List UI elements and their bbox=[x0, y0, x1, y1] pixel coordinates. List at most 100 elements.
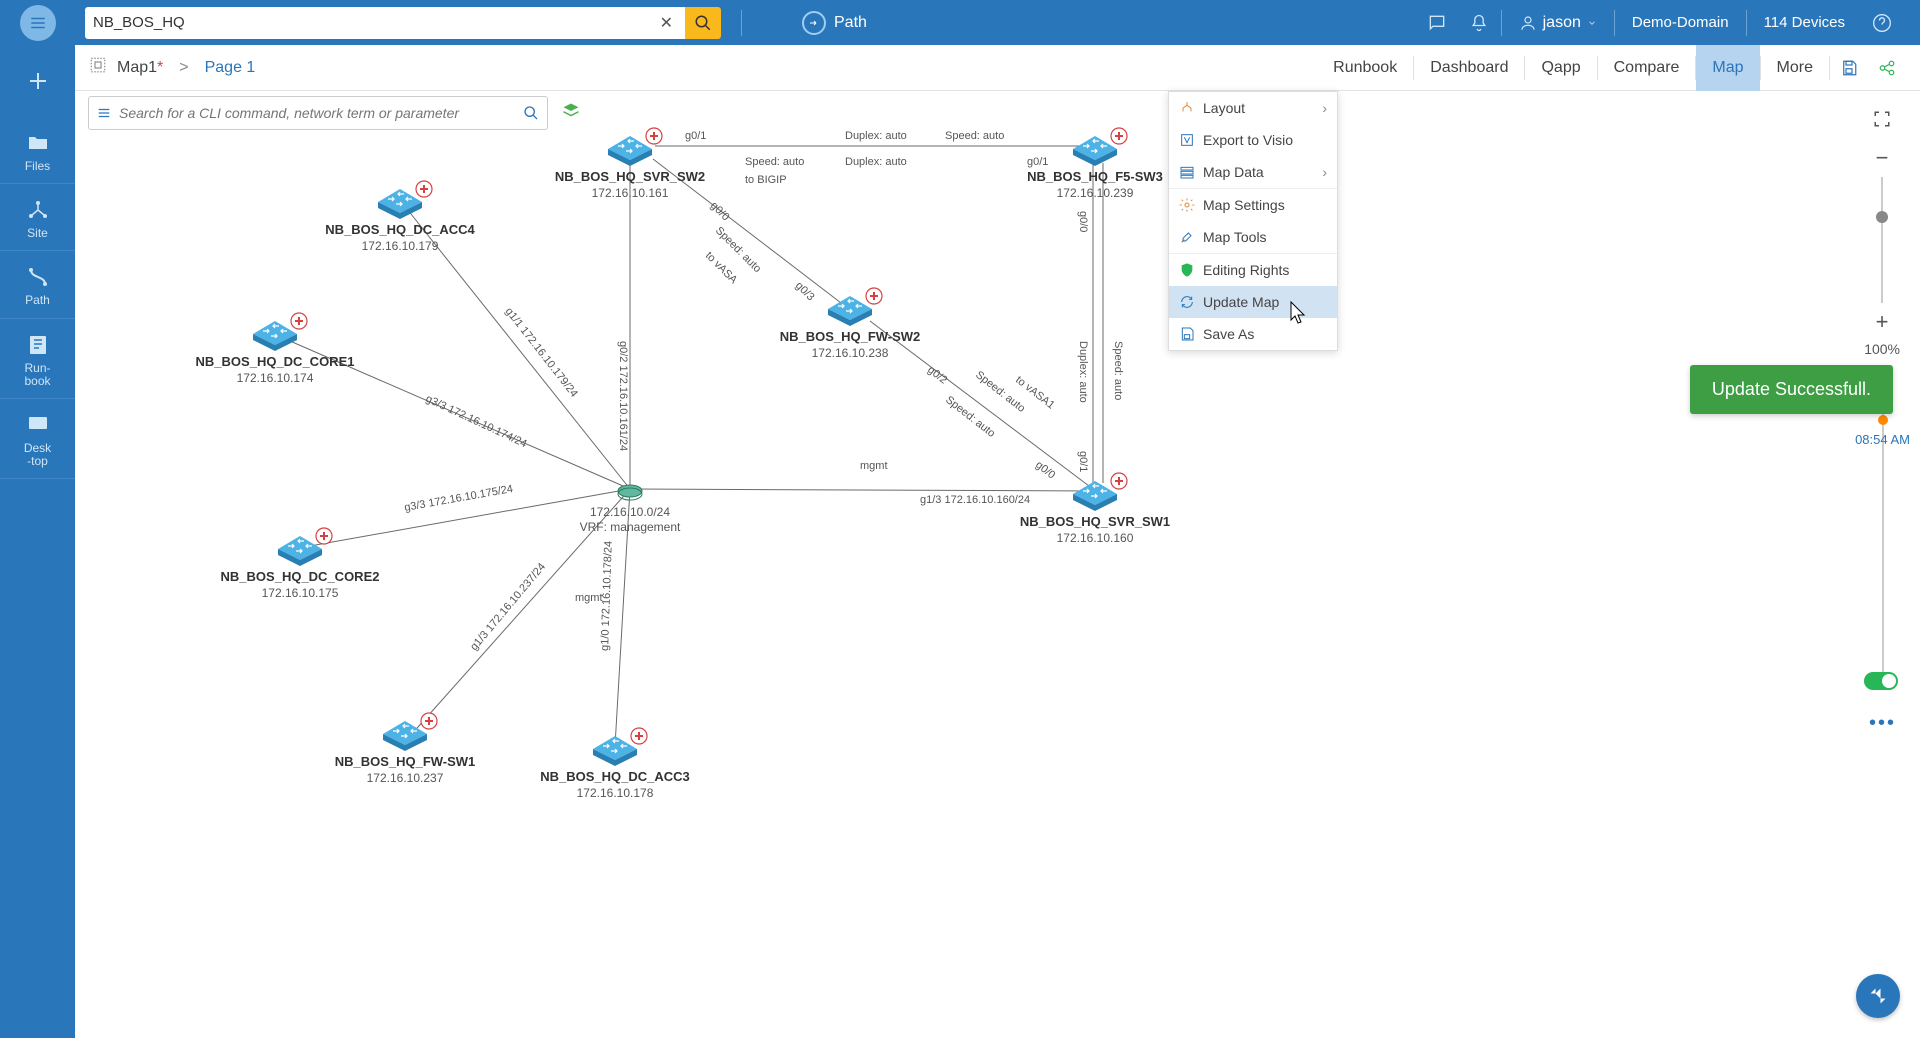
rail-path-label: Path bbox=[25, 294, 50, 307]
menu-map-settings[interactable]: Map Settings bbox=[1169, 189, 1337, 221]
menu-editing-rights[interactable]: Editing Rights bbox=[1169, 254, 1337, 286]
device-count-label[interactable]: 114 Devices bbox=[1749, 14, 1860, 31]
toolbar-compare[interactable]: Compare bbox=[1598, 45, 1696, 91]
desktop-icon bbox=[25, 413, 51, 437]
svg-text:g1/1 172.16.10.179/24: g1/1 172.16.10.179/24 bbox=[503, 305, 580, 399]
zoom-knob[interactable] bbox=[1876, 211, 1888, 223]
svg-text:g0/2 172.16.10.161/24: g0/2 172.16.10.161/24 bbox=[617, 341, 629, 451]
path-mode-button[interactable]: Path bbox=[802, 11, 867, 35]
menu-map-tools[interactable]: Map Tools bbox=[1169, 221, 1337, 253]
breadcrumb-separator: > bbox=[179, 59, 188, 77]
node-dc-core1-name: NB_BOS_HQ_DC_CORE1 bbox=[196, 354, 355, 369]
share-button[interactable] bbox=[1868, 45, 1906, 91]
topbar-right: jason Demo-Domain 114 Devices bbox=[1417, 10, 1920, 36]
node-f5-sw3[interactable] bbox=[1073, 128, 1127, 166]
menu-update-map[interactable]: Update Map bbox=[1169, 286, 1337, 318]
refresh-icon bbox=[1179, 294, 1195, 310]
layers-button[interactable] bbox=[560, 102, 582, 125]
toolbar-more[interactable]: More bbox=[1761, 45, 1829, 91]
toolbar-map[interactable]: Map bbox=[1696, 45, 1759, 91]
domain-label[interactable]: Demo-Domain bbox=[1617, 14, 1744, 31]
node-hub[interactable] bbox=[618, 485, 642, 500]
zoom-out-button[interactable]: − bbox=[1876, 145, 1889, 171]
separator bbox=[1501, 10, 1502, 36]
map-tab-name[interactable]: Map1* bbox=[117, 59, 163, 77]
help-icon bbox=[1872, 13, 1892, 33]
clear-search-icon[interactable]: ✕ bbox=[656, 13, 677, 33]
node-dc-acc4[interactable] bbox=[378, 181, 432, 219]
node-fw-sw2[interactable] bbox=[828, 288, 882, 326]
toast-success: Update Successfull. bbox=[1690, 365, 1893, 414]
rail-desktop[interactable]: Desk -top bbox=[0, 399, 75, 479]
cli-search-box[interactable] bbox=[88, 96, 548, 130]
node-dc-acc4-ip: 172.16.10.179 bbox=[362, 239, 439, 253]
node-svr-sw1-name: NB_BOS_HQ_SVR_SW1 bbox=[1020, 514, 1170, 529]
help-button[interactable] bbox=[1862, 13, 1902, 33]
data-icon bbox=[1179, 164, 1195, 180]
user-menu[interactable]: jason bbox=[1504, 14, 1612, 32]
node-svr-sw1[interactable] bbox=[1073, 473, 1127, 511]
rail-site[interactable]: Site bbox=[0, 184, 75, 251]
node-dc-acc3-ip: 172.16.10.178 bbox=[577, 786, 654, 800]
cli-search-input[interactable] bbox=[119, 105, 515, 121]
svg-text:g1/0 172.16.10.178/24: g1/0 172.16.10.178/24 bbox=[599, 541, 615, 651]
chat-button[interactable] bbox=[1417, 13, 1457, 33]
rail-runbook[interactable]: Run- book bbox=[0, 319, 75, 399]
menu-export-visio[interactable]: Export to Visio bbox=[1169, 124, 1337, 156]
toolbar-qapp[interactable]: Qapp bbox=[1525, 45, 1596, 91]
save-icon bbox=[1840, 59, 1858, 77]
save-button[interactable] bbox=[1830, 45, 1868, 91]
node-svr-sw2-name: NB_BOS_HQ_SVR_SW2 bbox=[555, 169, 705, 184]
menu-layout[interactable]: Layout› bbox=[1169, 92, 1337, 124]
svg-text:g0/2: g0/2 bbox=[925, 364, 949, 387]
node-dc-core2[interactable] bbox=[278, 528, 332, 566]
breadcrumb-page[interactable]: Page 1 bbox=[205, 59, 256, 77]
node-dc-acc4-name: NB_BOS_HQ_DC_ACC4 bbox=[325, 222, 475, 237]
node-fw-sw1-name: NB_BOS_HQ_FW-SW1 bbox=[335, 754, 476, 769]
timeline-marker[interactable] bbox=[1878, 415, 1888, 425]
timeline-toggle[interactable] bbox=[1864, 672, 1898, 690]
zoom-in-button[interactable]: + bbox=[1876, 309, 1889, 335]
node-fw-sw1[interactable] bbox=[383, 713, 437, 751]
hamburger-button[interactable] bbox=[20, 5, 56, 41]
rail-site-label: Site bbox=[27, 227, 48, 240]
search-icon[interactable] bbox=[523, 105, 539, 121]
rail-runbook-label: Run- book bbox=[24, 362, 50, 388]
global-search-box[interactable]: ✕ bbox=[85, 7, 685, 39]
svg-text:g0/1: g0/1 bbox=[1077, 451, 1089, 472]
node-dc-core2-ip: 172.16.10.175 bbox=[262, 586, 339, 600]
global-search-input[interactable] bbox=[93, 14, 656, 31]
menu-save-as[interactable]: Save As bbox=[1169, 318, 1337, 350]
map-tab-icon bbox=[89, 56, 107, 79]
search-icon bbox=[694, 14, 712, 32]
toolbar-runbook[interactable]: Runbook bbox=[1317, 45, 1413, 91]
fit-screen-button[interactable] bbox=[1873, 110, 1891, 133]
rail-new[interactable] bbox=[0, 45, 75, 117]
chat-icon bbox=[1427, 13, 1447, 33]
bell-button[interactable] bbox=[1459, 13, 1499, 33]
chevron-down-icon bbox=[1587, 18, 1597, 28]
zoom-slider[interactable] bbox=[1881, 177, 1883, 303]
rail-files[interactable]: Files bbox=[0, 117, 75, 184]
global-search-button[interactable] bbox=[685, 7, 721, 39]
map-canvas[interactable]: g0/1 Duplex: auto Speed: auto Speed: aut… bbox=[75, 91, 1920, 1038]
menu-map-data[interactable]: Map Data› bbox=[1169, 156, 1337, 188]
tools-icon bbox=[1179, 229, 1195, 245]
toolbar-dashboard[interactable]: Dashboard bbox=[1414, 45, 1524, 91]
zoom-label: 100% bbox=[1864, 341, 1900, 357]
visio-icon bbox=[1179, 132, 1195, 148]
rail-path[interactable]: Path bbox=[0, 251, 75, 318]
plus-icon bbox=[25, 69, 51, 93]
separator bbox=[1746, 10, 1747, 36]
node-f5-sw3-ip: 172.16.10.239 bbox=[1057, 186, 1134, 200]
top-bar: ✕ Path jason Demo-Domain 114 Devices bbox=[0, 0, 1920, 45]
global-search: ✕ bbox=[85, 7, 721, 39]
hamburger-wrap bbox=[0, 5, 75, 41]
bell-icon bbox=[1469, 13, 1489, 33]
svg-text:g0/0: g0/0 bbox=[1033, 459, 1057, 482]
timeline-more-button[interactable]: ••• bbox=[1869, 712, 1896, 735]
filter-icon[interactable] bbox=[97, 106, 111, 120]
node-dc-acc3[interactable] bbox=[593, 728, 647, 766]
svg-text:Speed: auto: Speed: auto bbox=[943, 394, 997, 440]
collapse-fab[interactable] bbox=[1856, 974, 1900, 1018]
